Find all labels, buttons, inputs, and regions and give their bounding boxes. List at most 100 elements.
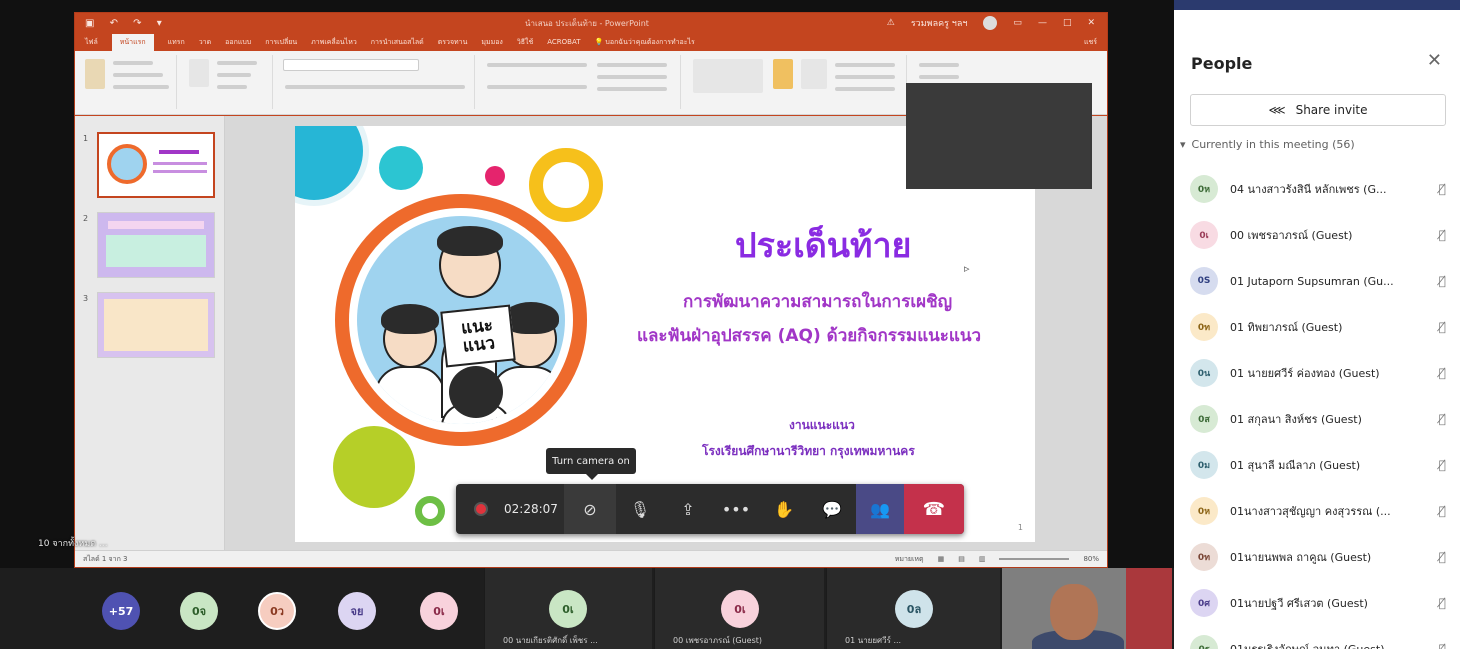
participant-row[interactable]: 0ศ 01นายปฐวี ศรีเสวต (Guest) 🎙̸ [1174,580,1460,626]
ribbon-item [487,85,587,89]
ribbon-display-icon[interactable]: ▭ [1013,18,1022,28]
share-invite-label: Share invite [1295,103,1368,117]
ppt-tab[interactable]: วิธีใช้ [517,37,533,48]
participant-row[interactable]: 0ห 01นางสาวสุชัญญา คงสุวรรณ (... 🎙̸ [1174,488,1460,534]
participant-row[interactable]: 0ม 01 สุนาลี มณีลาภ (Guest) 🎙̸ [1174,442,1460,488]
thumb-text-line [159,150,199,154]
mic-muted-icon: 🎙̸ [1438,550,1446,564]
new-slide-icon[interactable] [189,59,209,87]
quick-styles-icon[interactable] [801,59,827,89]
paste-icon[interactable] [85,59,105,89]
participant-avatar[interactable]: จย [338,592,376,630]
close-panel-icon[interactable]: ✕ [1427,50,1442,71]
decor-circle [529,148,603,222]
notes-button[interactable]: หมายเหตุ [895,554,924,565]
reading-view-icon[interactable]: ▥ [979,555,986,563]
chevron-down-icon: ▾ [1180,138,1186,151]
self-video-preview[interactable] [1002,568,1172,649]
slide-page-number: 1 [1017,523,1023,532]
video-background [1126,568,1172,649]
slide-thumbnail-1[interactable] [97,132,215,198]
mic-muted-icon: 🎙̸ [1438,412,1446,426]
ppt-tab[interactable]: แทรก [168,37,185,48]
teacher-hair [437,226,503,256]
participant-avatar[interactable]: 0เ [420,592,458,630]
ppt-tab[interactable]: ตรวจทาน [438,37,468,48]
account-avatar[interactable] [983,16,998,30]
ppt-tell-me[interactable]: 💡 บอกฉันว่าคุณต้องการทำอะไร [594,37,694,48]
slide-title: ประเด็นท้าย [735,226,912,266]
ppt-share-button[interactable]: แชร์ [1084,37,1097,48]
ppt-tab[interactable]: ออกแบบ [225,37,251,48]
recording-icon [474,502,488,516]
quick-access-icons[interactable]: ▣ ↶ ↷ ▾ [85,18,168,29]
decor-circle [379,146,423,190]
normal-view-icon[interactable]: ▦ [938,555,945,563]
slide-thumbnail-2[interactable] [97,212,215,278]
participant-row[interactable]: 0น 01 นายยศวีร์ ค่องทอง (Guest) 🎙̸ [1174,350,1460,396]
more-actions-button[interactable]: ••• [712,484,760,534]
participant-row[interactable]: 0ห 04 นางสาวรังสินี หลักเพชร (G... 🎙̸ [1174,166,1460,212]
mic-muted-icon: 🎙̸ [1438,320,1446,334]
overflow-participants-badge[interactable]: +57 [102,592,140,630]
mic-toggle-button[interactable]: 🎙 [616,484,664,534]
chat-icon: 💬 [822,499,842,519]
lightbulb-icon: 💡 [594,37,604,46]
ppt-tab-active[interactable]: หน้าแรก [111,33,154,51]
share-screen-button[interactable]: ⇪ [664,484,712,534]
camera-toggle-button[interactable]: ⊘ [564,484,616,534]
participant-row[interactable]: 0ส 01 สกุลนา สิงห์ชร (Guest) 🎙̸ [1174,396,1460,442]
share-tray-icon: ⇪ [681,499,695,519]
participant-row[interactable]: 0S 01 Jutaporn Supsumran (Gu... 🎙̸ [1174,258,1460,304]
in-meeting-count: Currently in this meeting (56) [1191,138,1355,151]
sorter-view-icon[interactable]: ▤ [958,555,965,563]
in-meeting-section-header[interactable]: ▾ Currently in this meeting (56) [1180,138,1355,151]
participant-tile[interactable]: 0ล 01 นายยศวีร์ ... [826,568,1000,649]
participant-row[interactable]: 0เ 00 เพชรอาภรณ์ (Guest) 🎙̸ [1174,212,1460,258]
participant-row[interactable]: 0ท 01 ทิพยาภรณ์ (Guest) 🎙̸ [1174,304,1460,350]
mic-muted-icon: 🎙̸ [1438,642,1446,649]
participants-button[interactable]: 👥 [856,484,904,534]
participant-tile[interactable]: 0เ 00 นายเกียรติศักดิ์ เพ็ชร ... [484,568,652,649]
share-invite-button[interactable]: ⋘ Share invite [1190,94,1446,126]
slide-thumbnail-3[interactable] [97,292,215,358]
mic-muted-icon: 🎙̸ [1438,228,1446,242]
leave-call-button[interactable]: ☎ [904,484,964,534]
ppt-tab[interactable]: ACROBAT [547,38,580,46]
participant-tile[interactable]: 0เ 00 เพชรอาภรณ์ (Guest) [654,568,824,649]
meeting-stage: ▣ ↶ ↷ ▾ นำเสนอ ประเด็นท้าย - PowerPoint … [0,0,1174,649]
participant-name: 01นรรเริงลักษณ์ จนทา (Guest) [1230,640,1416,649]
participant-name: 01 นายยศวีร์ ค่องทอง (Guest) [1230,367,1380,380]
participant-avatar-speaking[interactable]: 0ว [258,592,296,630]
participant-avatar: 0ห [1190,497,1218,525]
ppt-tab[interactable]: การเปลี่ยน [265,37,297,48]
zoom-level[interactable]: 80% [1083,555,1099,563]
minimize-icon[interactable]: — [1038,18,1047,28]
chat-button[interactable]: 💬 [808,484,856,534]
participant-row[interactable]: 0ท 01นายนพพล ถาคูณ (Guest) 🎙̸ [1174,534,1460,580]
arrange-icon[interactable] [773,59,793,89]
ribbon-item [835,87,895,91]
participant-avatar[interactable]: 0จ [180,592,218,630]
ribbon-item [113,85,169,89]
mic-muted-icon: 🎙̸ [1438,504,1446,518]
maximize-icon[interactable]: □ [1063,18,1072,28]
ppt-tab[interactable]: วาด [199,37,211,48]
ppt-tab[interactable]: การนำเสนอสไลด์ [371,37,424,48]
slide-subtitle-1: การพัฒนาความสามารถในการเผชิญ [683,292,953,312]
raise-hand-button[interactable]: ✋ [760,484,808,534]
ppt-tab[interactable]: ไฟล์ [85,37,98,48]
shapes-gallery[interactable] [693,59,763,93]
font-name-box[interactable] [283,59,419,71]
font-group [279,55,475,109]
participant-row[interactable]: 0ร 01นรรเริงลักษณ์ จนทา (Guest) 🎙̸ [1174,626,1460,649]
thumb-number: 1 [83,134,89,143]
ribbon-item [217,85,247,89]
thumb-graphic [107,144,147,184]
close-window-icon[interactable]: ✕ [1087,18,1095,28]
ppt-tab[interactable]: มุมมอง [481,37,502,48]
ppt-tab[interactable]: ภาพเคลื่อนไหว [311,37,357,48]
ppt-status-bar: สไลด์ 1 จาก 3 หมายเหตุ ▦ ▤ ▥ 80% [75,550,1107,567]
zoom-slider[interactable] [999,558,1070,560]
mic-muted-icon: 🎙̸ [1438,182,1446,196]
